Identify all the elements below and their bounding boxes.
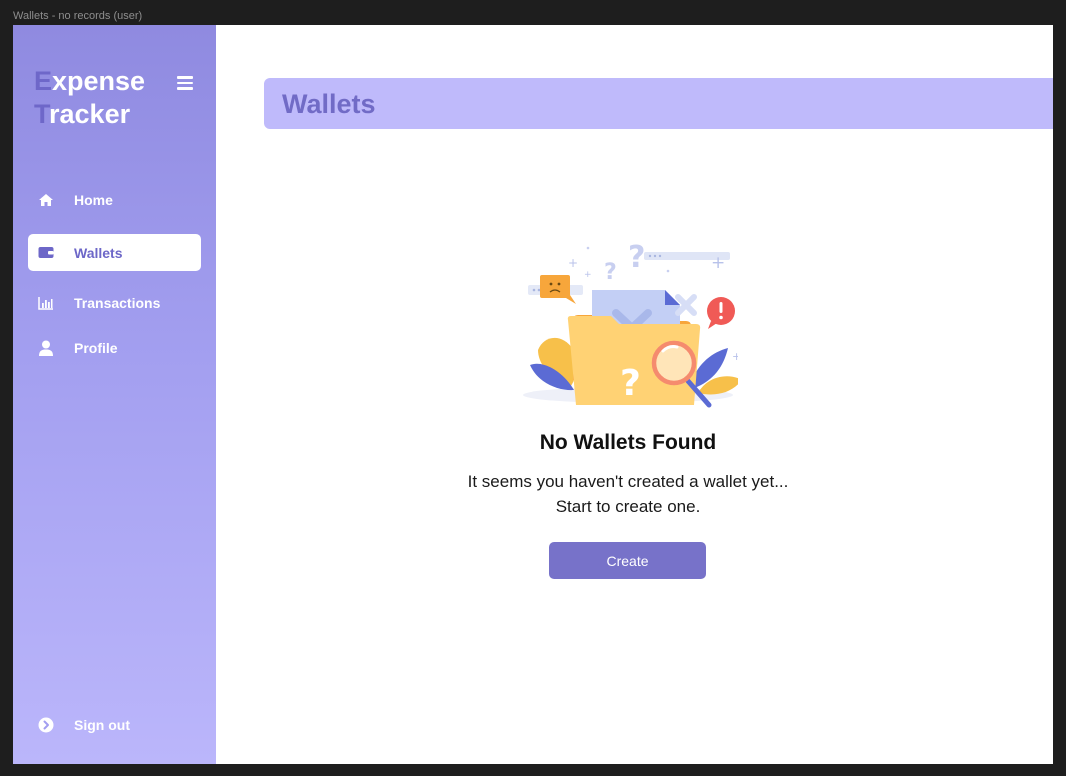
window-title: Wallets - no records (user) (13, 10, 143, 22)
sidebar: Expense Tracker Home Wallets Transaction… (13, 25, 216, 764)
sidebar-item-label: Home (74, 191, 113, 208)
sidebar-item-label: Transactions (74, 294, 161, 311)
sign-out-label: Sign out (74, 716, 130, 733)
hamburger-icon[interactable] (173, 73, 197, 95)
svg-text:+: + (732, 350, 738, 363)
sidebar-item-home[interactable]: Home (28, 181, 201, 218)
empty-state-message-line1: It seems you haven't created a wallet ye… (467, 472, 789, 491)
bar-chart-icon (37, 294, 55, 312)
sidebar-item-transactions[interactable]: Transactions (28, 284, 201, 321)
sidebar-item-label: Wallets (74, 244, 123, 261)
empty-state-title: No Wallets Found (539, 431, 717, 454)
svg-text:?: ? (628, 240, 645, 275)
logo-text-1: xpense (52, 66, 146, 96)
svg-text:+: + (711, 253, 725, 273)
page-title: Wallets (282, 89, 376, 119)
logo-initial-e: E (34, 66, 53, 96)
wallet-icon (37, 244, 55, 262)
empty-state-message-line2: Start to create one. (555, 497, 701, 516)
sidebar-item-profile[interactable]: Profile (28, 329, 201, 366)
chevron-right-circle-icon (37, 716, 55, 734)
sidebar-item-wallets[interactable]: Wallets (28, 234, 201, 271)
sign-out-button[interactable]: Sign out (28, 706, 201, 743)
user-icon (37, 339, 55, 357)
empty-folder-illustration: ? ? + + + + ? (523, 240, 738, 408)
svg-text:?: ? (620, 363, 641, 404)
svg-text:+: + (584, 270, 592, 280)
svg-text:+: + (568, 256, 578, 270)
home-icon (37, 191, 55, 209)
page-header: Wallets (264, 78, 1053, 129)
app-window: Expense Tracker Home Wallets Transaction… (13, 25, 1053, 764)
sidebar-item-label: Profile (74, 339, 118, 356)
create-wallet-button[interactable]: Create (549, 542, 706, 579)
logo-text-2: racker (49, 99, 131, 129)
empty-state-message: It seems you haven't created a wallet ye… (378, 469, 878, 519)
logo-initial-t: T (34, 99, 50, 129)
app-logo: Expense Tracker (34, 65, 145, 131)
svg-text:?: ? (604, 260, 617, 285)
